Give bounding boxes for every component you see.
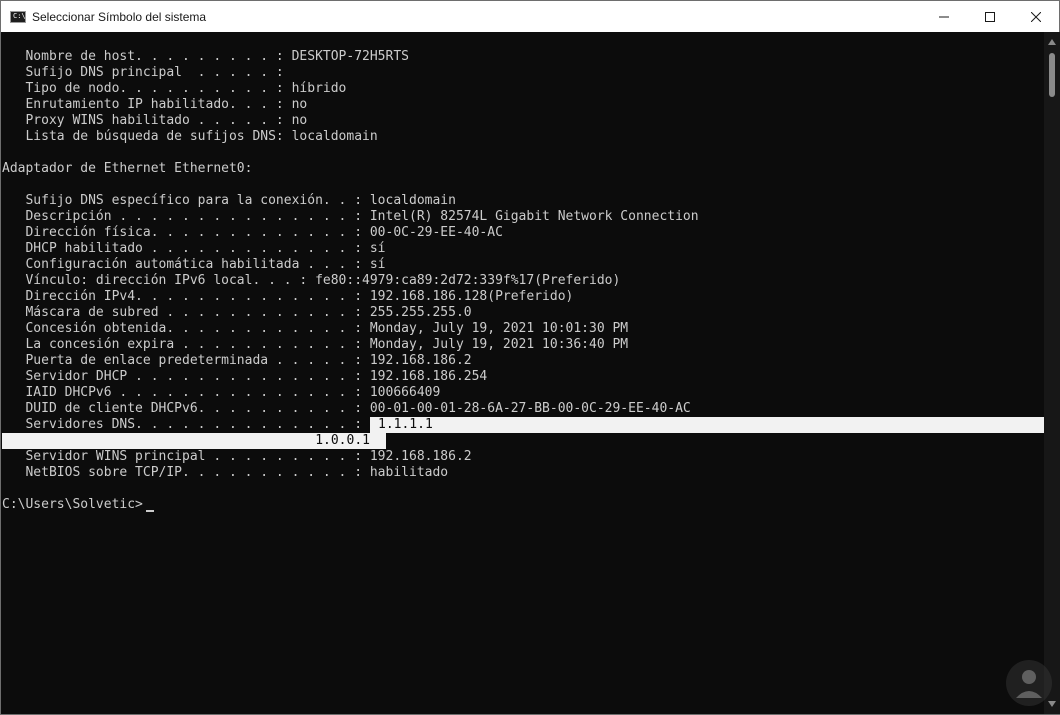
console-line: Nombre de host. . . . . . . . . : DESKTO… (2, 49, 409, 64)
window-controls (921, 1, 1059, 32)
console-line: Adaptador de Ethernet Ethernet0: (2, 161, 253, 176)
console-line: Enrutamiento IP habilitado. . . : no (2, 97, 308, 112)
console-line: Vínculo: dirección IPv6 local. . . : fe8… (2, 273, 621, 288)
console-line: Puerta de enlace predeterminada . . . . … (2, 353, 472, 368)
maximize-button[interactable] (967, 1, 1013, 32)
console-line: Sufijo DNS principal . . . . . : (2, 65, 284, 80)
console-line: Servidor WINS principal . . . . . . . . … (2, 449, 472, 464)
dns-primary-value: 1.1.1.1 (378, 417, 433, 432)
console-line: DHCP habilitado . . . . . . . . . . . . … (2, 241, 386, 256)
console-line: Servidores DNS. . . . . . . . . . . . . … (2, 417, 363, 432)
app-icon-glyph: C:\ (13, 11, 26, 20)
console-line: Tipo de nodo. . . . . . . . . . : híbrid… (2, 81, 347, 96)
console-line: Lista de búsqueda de sufijos DNS: locald… (2, 129, 378, 144)
console-line: Concesión obtenida. . . . . . . . . . . … (2, 321, 629, 336)
close-button[interactable] (1013, 1, 1059, 32)
selection-highlight-dns-secondary[interactable]: 1.0.0.1 (2, 433, 386, 449)
console-line: Proxy WINS habilitado . . . . . : no (2, 113, 308, 128)
watermark-logo-icon (1006, 660, 1052, 706)
minimize-button[interactable] (921, 1, 967, 32)
close-icon (1031, 11, 1041, 22)
title-bar[interactable]: C:\ Seleccionar Símbolo del sistema (1, 1, 1059, 32)
console-output-area[interactable]: Nombre de host. . . . . . . . . : DESKTO… (2, 32, 1044, 714)
console-line: La concesión expira . . . . . . . . . . … (2, 337, 629, 352)
scroll-up-button[interactable] (1044, 34, 1060, 50)
window-title: Seleccionar Símbolo del sistema (32, 9, 207, 24)
console-line: DUID de cliente DHCPv6. . . . . . . . . … (2, 401, 691, 416)
command-prompt-line: C:\Users\Solvetic> (2, 497, 143, 512)
maximize-icon (985, 11, 995, 22)
scroll-up-arrow-icon (1048, 39, 1056, 45)
console-line: Configuración automática habilitada . . … (2, 257, 386, 272)
text-cursor (146, 510, 154, 512)
console-line: Servidor DHCP . . . . . . . . . . . . . … (2, 369, 488, 384)
command-prompt-window: C:\ Seleccionar Símbolo del sistema Nomb… (0, 0, 1060, 715)
console-line: Dirección física. . . . . . . . . . . . … (2, 225, 503, 240)
scrollbar-thumb[interactable] (1049, 53, 1055, 97)
console-line: Máscara de subred . . . . . . . . . . . … (2, 305, 472, 320)
dns-secondary-value: 1.0.0.1 (315, 433, 370, 448)
minimize-icon (939, 16, 949, 17)
terminal-app-icon[interactable]: C:\ (10, 10, 26, 23)
console-line: Dirección IPv4. . . . . . . . . . . . . … (2, 289, 574, 304)
console-line: IAID DHCPv6 . . . . . . . . . . . . . . … (2, 385, 441, 400)
console-line: NetBIOS sobre TCP/IP. . . . . . . . . . … (2, 465, 449, 480)
vertical-scrollbar[interactable] (1044, 32, 1060, 714)
selection-highlight-dns-primary[interactable]: 1.1.1.1 (370, 417, 1044, 433)
console-line: Sufijo DNS específico para la conexión. … (2, 193, 456, 208)
console-line: Descripción . . . . . . . . . . . . . . … (2, 209, 699, 224)
